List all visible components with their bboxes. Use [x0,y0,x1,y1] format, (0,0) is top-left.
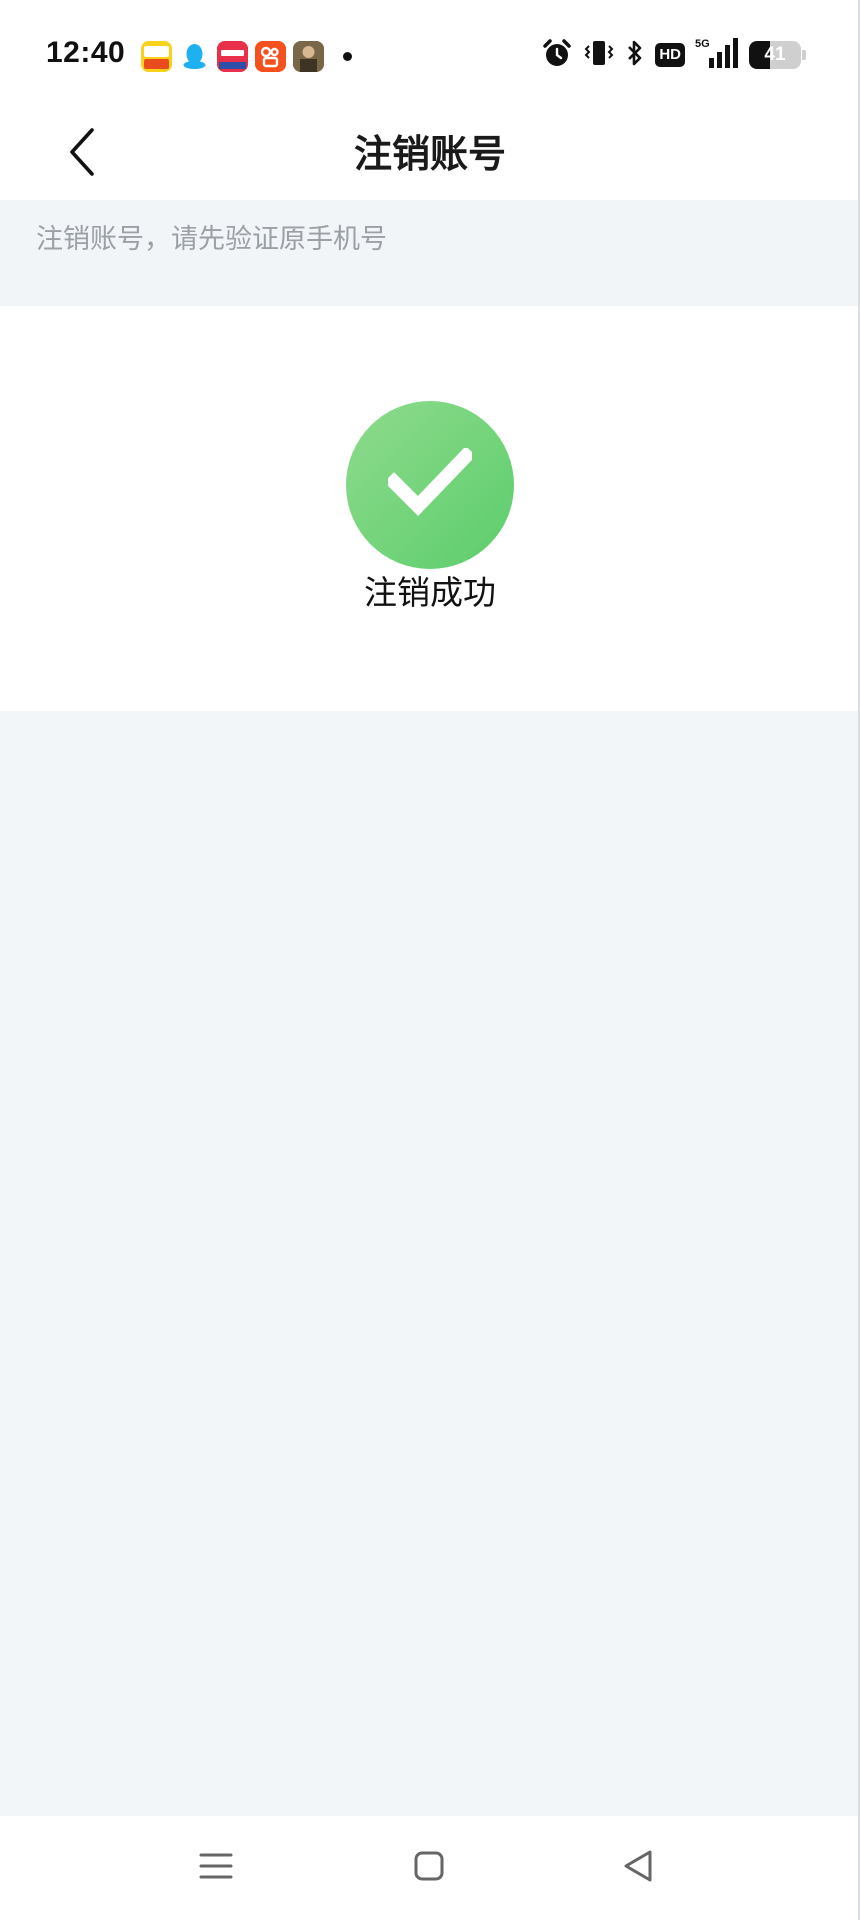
back-nav-button[interactable] [616,1846,660,1890]
notification-icons [141,40,352,72]
status-bar: 12:40 HD 5G 41 [0,0,860,110]
home-button[interactable] [407,1846,451,1890]
home-square-icon [412,1849,446,1887]
xiaohongshu-icon [217,40,248,72]
game-app-icon [141,40,172,72]
system-icons: HD 5G 41 [531,38,806,72]
vibrate-icon [583,37,615,73]
svg-text:5G: 5G [695,38,710,50]
system-nav-bar [0,1816,860,1920]
bluetooth-icon [625,37,645,73]
checkmark-icon [384,446,476,522]
success-badge [346,401,514,569]
success-message: 注销成功 [364,573,496,612]
battery-level: 41 [764,44,786,65]
qq-icon [179,41,210,72]
hd-badge: HD [655,43,685,67]
kuaishou-icon [255,40,286,72]
page-title: 注销账号 [353,132,506,176]
battery-cap [802,50,806,60]
menu-icon [198,1850,234,1886]
status-time: 12:40 [46,36,126,69]
result-card: 注销成功 [0,306,860,711]
pubg-icon [293,40,324,72]
signal-5g-icon: 5G [695,36,739,74]
battery-icon: 41 [749,41,801,69]
more-notifications-dot [343,51,352,61]
hint-text: 注销账号，请先验证原手机号 [36,224,387,255]
alarm-icon [541,37,573,73]
nav-header: 注销账号 [0,110,860,200]
hint-strip: 注销账号，请先验证原手机号 [0,200,860,306]
back-triangle-icon [621,1848,655,1888]
menu-button[interactable] [194,1846,238,1890]
